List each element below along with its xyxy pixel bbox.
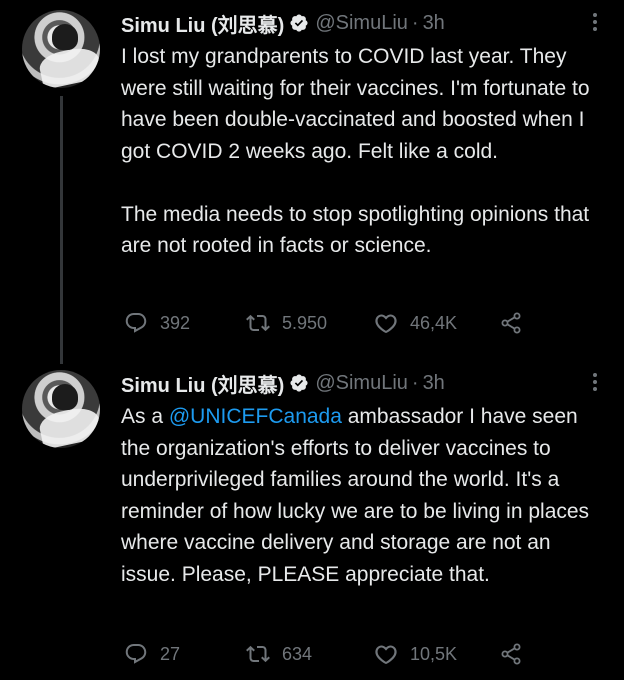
tweet: Simu Liu (刘思慕) @SimuLiu · 3h As a @UNICE… xyxy=(0,360,624,680)
reply-count: 392 xyxy=(160,312,191,333)
like-button[interactable]: 10,5K xyxy=(374,642,499,666)
tweet-text: I lost my grandparents to COVID last yea… xyxy=(121,41,611,262)
tweet-time[interactable]: 3h xyxy=(423,12,445,35)
reply-icon xyxy=(125,313,147,333)
tweet: Simu Liu (刘思慕) @SimuLiu · 3h I lost my g… xyxy=(0,0,624,364)
retweet-button[interactable]: 5.950 xyxy=(246,311,374,335)
tweet-header: Simu Liu (刘思慕) @SimuLiu · 3h xyxy=(121,369,445,398)
tweet-text: As a @UNICEFCanada ambassador I have see… xyxy=(121,401,611,590)
like-icon xyxy=(375,314,397,333)
author-handle[interactable]: @SimuLiu xyxy=(315,12,408,35)
separator-dot: · xyxy=(411,11,419,34)
tweet-actions: 27 634 10,5K xyxy=(124,642,523,666)
more-icon[interactable] xyxy=(592,12,598,32)
share-button[interactable] xyxy=(499,311,523,335)
tweet-actions: 392 5.950 46,4K xyxy=(124,311,523,335)
author-name[interactable]: Simu Liu (刘思慕) xyxy=(121,9,284,38)
thread-line xyxy=(60,96,63,364)
avatar[interactable] xyxy=(22,10,100,88)
retweet-count: 5.950 xyxy=(282,312,328,333)
share-icon xyxy=(501,312,521,334)
tweet-paragraph: As a @UNICEFCanada ambassador I have see… xyxy=(121,401,611,590)
share-icon xyxy=(501,643,521,665)
reply-button[interactable]: 27 xyxy=(124,642,246,666)
reply-button[interactable]: 392 xyxy=(124,311,246,335)
retweet-button[interactable]: 634 xyxy=(246,642,374,666)
separator-dot: · xyxy=(411,371,419,394)
author-handle[interactable]: @SimuLiu xyxy=(315,372,408,395)
like-icon xyxy=(375,645,397,664)
avatar[interactable] xyxy=(22,370,100,448)
tweet-paragraph: I lost my grandparents to COVID last yea… xyxy=(121,45,590,163)
reply-icon xyxy=(125,644,147,664)
tweet-text-segment: As a xyxy=(121,405,169,428)
verified-badge-icon xyxy=(290,374,308,392)
like-button[interactable]: 46,4K xyxy=(374,311,499,335)
more-icon[interactable] xyxy=(592,372,598,392)
tweet-text-segment: ambassador I have seen the organization'… xyxy=(121,405,590,586)
retweet-count: 634 xyxy=(282,643,313,664)
like-count: 10,5K xyxy=(410,643,458,664)
tweet-time[interactable]: 3h xyxy=(423,372,445,395)
tweet-paragraph: The media needs to stop spotlighting opi… xyxy=(121,202,590,258)
share-button[interactable] xyxy=(499,642,523,666)
verified-badge-icon xyxy=(290,14,308,32)
tweet-header: Simu Liu (刘思慕) @SimuLiu · 3h xyxy=(121,9,445,38)
author-name[interactable]: Simu Liu (刘思慕) xyxy=(121,369,284,398)
retweet-icon xyxy=(246,645,270,663)
retweet-icon xyxy=(246,314,270,332)
mention-link[interactable]: @UNICEFCanada xyxy=(169,405,342,428)
reply-count: 27 xyxy=(160,643,181,664)
like-count: 46,4K xyxy=(410,312,458,333)
